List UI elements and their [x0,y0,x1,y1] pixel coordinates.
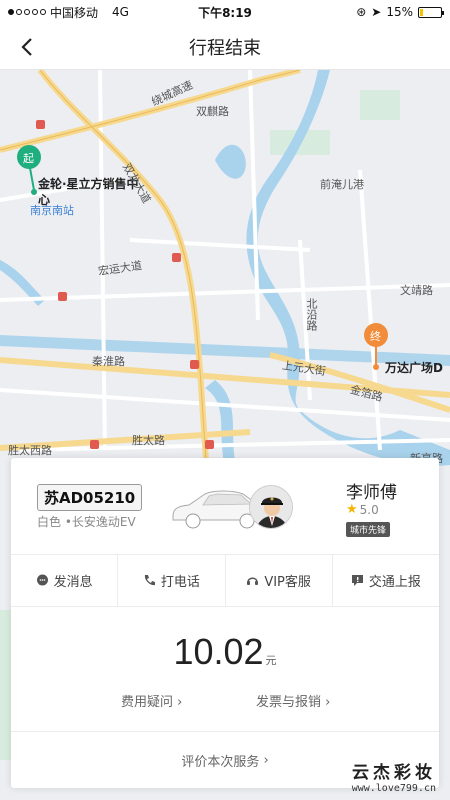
chevron-right-icon: › [259,752,269,768]
map-road-label: 双麒路 [196,105,229,118]
carrier-name: 中国移动 [50,5,99,20]
network-type: 4G [112,5,129,19]
back-button[interactable] [12,32,42,62]
map-road-label: 胜太西路 [8,444,52,457]
signal-strength-icon [8,9,46,15]
start-marker-label: 起 [23,152,34,165]
end-marker-label: 终 [370,330,381,343]
map-place-label: 前淹儿港 [320,178,364,191]
driver-info: 苏AD05210 白色 •长安逸动EV 李师傅 ★ 5.0 城市先锋 [11,458,439,555]
watermark-url: www.love799.cn [351,783,436,794]
map-road-label: 文靖路 [400,284,433,297]
fare-question-label: 费用疑问 [121,695,174,710]
battery-icon [418,6,444,18]
page-title: 行程结束 [189,37,261,59]
chevron-right-icon: › [325,695,331,710]
send-message-label: 发消息 [53,575,93,590]
driver-rating: ★ 5.0 [346,502,379,517]
watermark: 云杰彩妆 www.love799.cn [352,758,436,794]
status-time: 下午8:19 [198,5,252,20]
rotation-lock-icon: ⊛ [356,5,367,19]
status-bar: 中国移动 4G 下午8:19 ⊛ ➤ 15% [0,0,450,24]
call-label: 打电话 [160,575,200,590]
end-place-label: 万达广场D [385,361,443,375]
headset-icon [247,577,259,585]
location-icon: ➤ [371,5,382,19]
vip-service-button[interactable]: VIP客服 [226,555,333,606]
map-station-label: 南京南站 [30,204,74,217]
nav-bar: 行程结束 [0,24,450,70]
map-road-label: 北沿路 [305,298,318,331]
fare-question-link[interactable]: 费用疑问 › [121,691,182,710]
chevron-right-icon: › [177,695,183,710]
traffic-report-button[interactable]: 交通上报 [333,555,439,606]
invoice-link[interactable]: 发票与报销 › [256,691,330,710]
call-button[interactable]: 打电话 [118,555,226,606]
report-icon [351,575,363,586]
watermark-text: 云杰彩妆 [352,763,436,783]
traffic-report-label: 交通上报 [368,575,421,590]
driver-avatar-icon [250,486,292,528]
phone-icon [144,575,155,586]
invoice-label: 发票与报销 [256,695,322,710]
send-message-button[interactable]: 发消息 [11,555,119,606]
chevron-left-icon [21,38,32,56]
battery-percent: 15% [386,5,413,19]
fare-unit: 元 [265,654,277,667]
license-plate: 苏AD05210 [37,484,143,511]
map-road-label: 胜太路 [132,434,165,447]
vip-service-label: VIP客服 [264,575,311,590]
fare-amount: 10.02 [173,631,264,672]
star-icon: ★ [346,502,358,517]
trip-summary-card: 苏AD05210 白色 •长安逸动EV 李师傅 ★ 5.0 城市先锋 发消息 打… [11,458,439,788]
message-icon [36,574,48,586]
map-road-label: 秦淮路 [92,355,125,368]
fare-section: 10.02 元 费用疑问 › 发票与报销 › [11,607,439,732]
action-bar: 发消息 打电话 VIP客服 交通上报 [11,555,439,607]
driver-badge: 城市先锋 [346,522,391,537]
driver-avatar[interactable] [249,485,293,529]
rating-value: 5.0 [359,502,379,517]
car-description: 白色 •长安逸动EV [37,515,136,529]
rate-service-label: 评价本次服务 [181,754,260,770]
driver-name: 李师傅 [346,483,397,503]
